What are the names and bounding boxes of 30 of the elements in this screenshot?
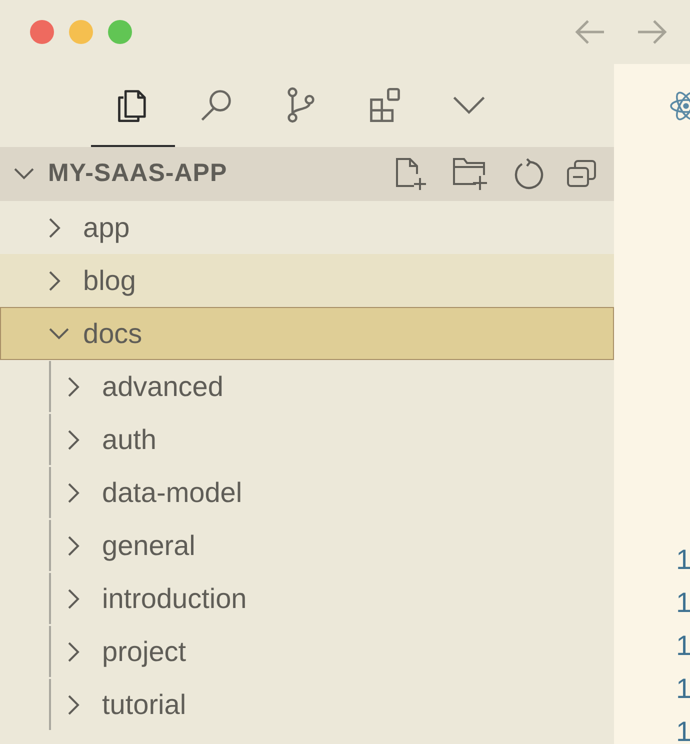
tree-item[interactable]: auth [0, 413, 614, 466]
tree-item[interactable]: tutorial [0, 678, 614, 731]
folder-name: auth [102, 422, 156, 456]
folder-name: general [102, 528, 196, 563]
collapse-all-icon[interactable] [566, 158, 598, 190]
refresh-icon[interactable] [512, 158, 544, 190]
tree-item[interactable]: general [0, 519, 614, 572]
line-number: 1 [676, 715, 690, 744]
line-number: 1 [676, 672, 690, 706]
folder-name: docs [83, 316, 142, 350]
line-number: 1 [676, 629, 690, 663]
folder-name: advanced [102, 370, 224, 404]
folder-name: project [102, 634, 186, 669]
tree-item[interactable]: advanced [0, 360, 614, 413]
tree-item[interactable]: data-model [0, 466, 614, 519]
tree-item[interactable]: project [0, 625, 614, 678]
folder-name: data-model [102, 476, 242, 510]
folder-name: introduction [102, 582, 247, 616]
line-number: 1 [676, 586, 690, 620]
close-button[interactable] [30, 20, 54, 44]
folder-name: app [83, 210, 130, 245]
tree-item[interactable]: blog [0, 254, 614, 307]
tree-item[interactable]: docs [0, 307, 614, 360]
folder-name: tutorial [102, 688, 186, 722]
folder-name: blog [83, 264, 136, 298]
line-number: 1 [676, 543, 690, 577]
extensions-icon [367, 86, 403, 122]
tree-item[interactable]: introduction [0, 572, 614, 625]
tree-item[interactable]: app [0, 201, 614, 254]
new-folder-icon[interactable] [452, 156, 490, 192]
